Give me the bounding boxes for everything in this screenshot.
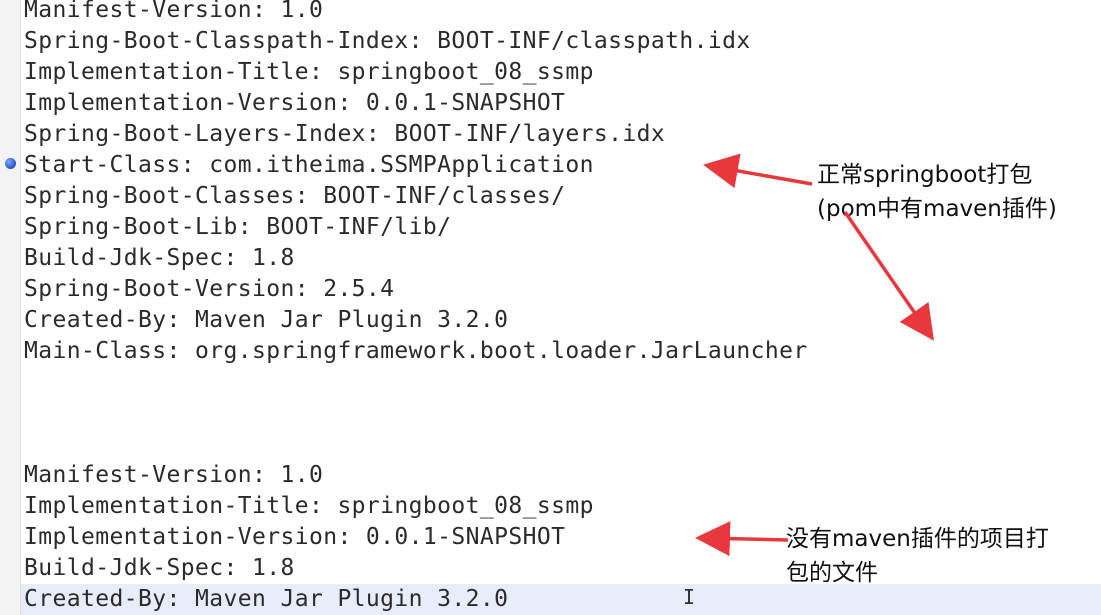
annotation-text: (pom中有maven插件) — [817, 196, 1057, 222]
annotation-no-plugin: 没有maven插件的项目打 包的文件 — [786, 522, 1096, 590]
manifest1-line: Spring-Boot-Classpath-Index: BOOT-INF/cl… — [24, 28, 751, 54]
manifest2-line: Created-By: Maven Jar Plugin 3.2.0 — [24, 586, 509, 612]
manifest2-line: Implementation-Title: springboot_08_ssmp — [24, 493, 594, 519]
arrow-to-start-class — [703, 153, 813, 189]
bookmark-dot-icon[interactable] — [5, 158, 16, 169]
manifest2-line: Build-Jdk-Spec: 1.8 — [24, 555, 295, 581]
manifest2-line: Manifest-Version: 1.0 — [24, 462, 324, 488]
manifest1-line: Spring-Boot-Lib: BOOT-INF/lib/ — [24, 214, 452, 240]
manifest1-line: Main-Class: org.springframework.boot.loa… — [24, 338, 808, 364]
annotation-text: 正常springboot打包 — [817, 162, 1033, 188]
text-editor[interactable]: Manifest-Version: 1.0 Spring-Boot-Classp… — [0, 0, 1101, 615]
manifest1-line: Manifest-Version: 1.0 — [24, 0, 324, 23]
manifest1-line: Start-Class: com.itheima.SSMPApplication — [24, 152, 594, 178]
arrow-to-implementation-version — [695, 521, 789, 557]
annotation-text: 没有maven插件的项目打 — [786, 526, 1049, 552]
annotation-text: 包的文件 — [786, 560, 878, 586]
manifest1-line: Spring-Boot-Classes: BOOT-INF/classes/ — [24, 183, 566, 209]
manifest1-line: Implementation-Title: springboot_08_ssmp — [24, 59, 594, 85]
manifest2-line: Implementation-Version: 0.0.1-SNAPSHOT — [24, 524, 566, 550]
text-cursor-icon: I — [683, 585, 696, 609]
manifest1-line: Spring-Boot-Version: 2.5.4 — [24, 276, 395, 302]
manifest1-line: Build-Jdk-Spec: 1.8 — [24, 245, 295, 271]
manifest1-line: Implementation-Version: 0.0.1-SNAPSHOT — [24, 90, 566, 116]
arrow-to-main-class — [843, 211, 934, 341]
manifest1-line: Created-By: Maven Jar Plugin 3.2.0 — [24, 307, 509, 333]
manifest1-line: Spring-Boot-Layers-Index: BOOT-INF/layer… — [24, 121, 666, 147]
annotation-normal-packaging: 正常springboot打包 (pom中有maven插件) — [817, 158, 1097, 226]
editor-gutter[interactable] — [0, 0, 21, 615]
